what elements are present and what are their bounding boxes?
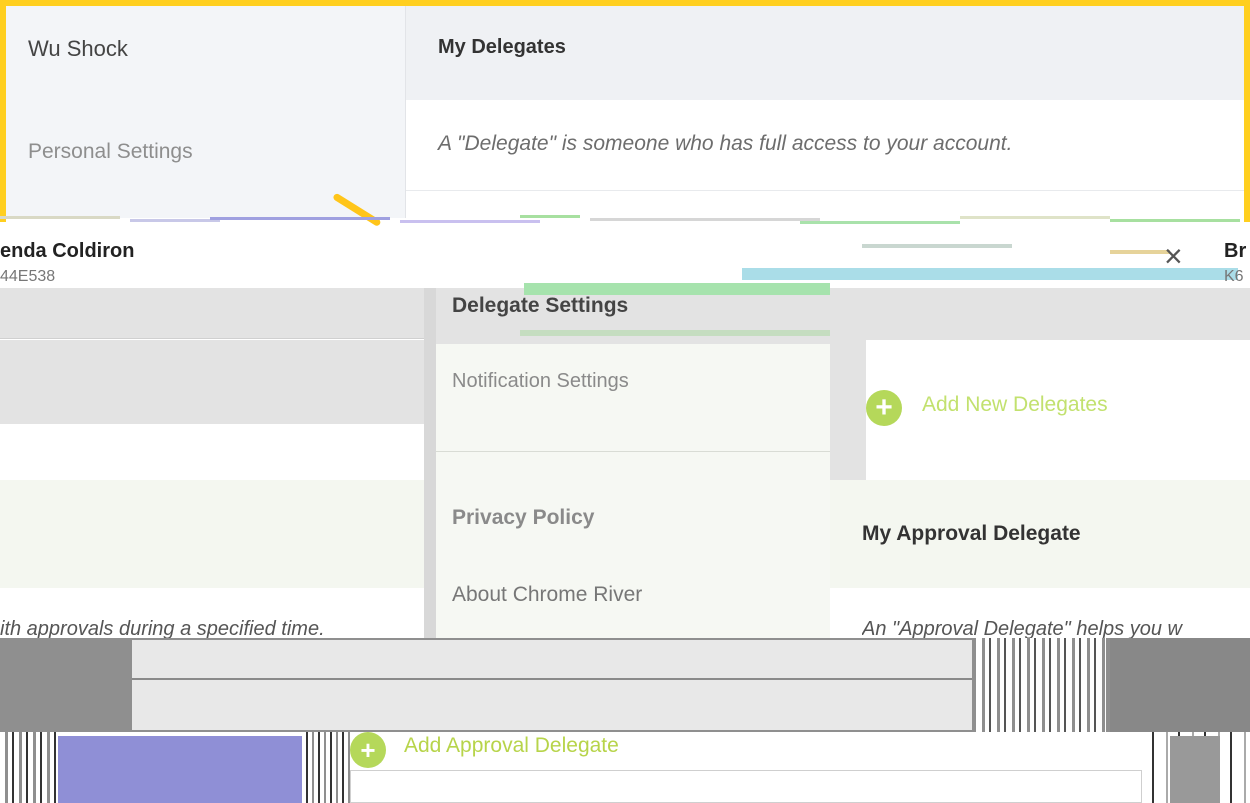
user-name: Wu Shock [28,36,128,61]
employee-id: 44E538 [0,268,56,282]
plus-icon[interactable]: + [866,390,902,426]
divider [0,338,436,339]
render-glitch-line [1110,250,1170,254]
approval-delegate-title: My Approval Delegate [862,522,1081,545]
employee-id-secondary: K6 [1224,268,1244,282]
add-approval-delegate-link[interactable]: Add Approval Delegate [404,734,619,758]
approval-card [350,770,1142,803]
employee-name-secondary: Br [1224,240,1247,262]
render-glitch-line [132,678,972,680]
add-new-delegates-link[interactable]: Add New Delegates [922,393,1108,417]
employee-name: enda Coldiron [0,240,135,262]
grey-block [830,288,1250,340]
menu-item-about-chrome-river[interactable]: About Chrome River [452,583,642,607]
grey-block [830,340,866,480]
menu-item-notification-settings[interactable]: Notification Settings [452,370,629,393]
close-icon[interactable]: × [1164,240,1183,272]
render-glitch-block [1110,638,1250,732]
page-title: My Delegates [438,36,566,58]
menu-divider [436,451,830,452]
render-glitch-bars [976,638,1106,732]
render-glitch-band [0,214,1250,226]
delegate-description: A "Delegate" is someone who has full acc… [438,132,1013,155]
render-glitch-block [132,640,972,730]
grey-block [0,340,436,424]
plus-icon[interactable]: + [350,732,386,768]
grey-block [0,288,436,338]
render-glitch-line [862,244,1012,248]
render-glitch-block [58,736,302,803]
sidebar [0,0,406,218]
menu-item-delegate-settings[interactable]: Delegate Settings [452,294,628,318]
render-glitch-block [1170,736,1220,803]
section-separator [406,190,1250,191]
render-glitch-bars [302,732,350,803]
render-glitch-bars [0,732,60,803]
menu-item-privacy-policy[interactable]: Privacy Policy [452,506,594,530]
dropdown-shadow [424,288,436,640]
sidebar-item-personal-settings[interactable]: Personal Settings [28,140,193,164]
render-glitch-strip [520,330,830,336]
